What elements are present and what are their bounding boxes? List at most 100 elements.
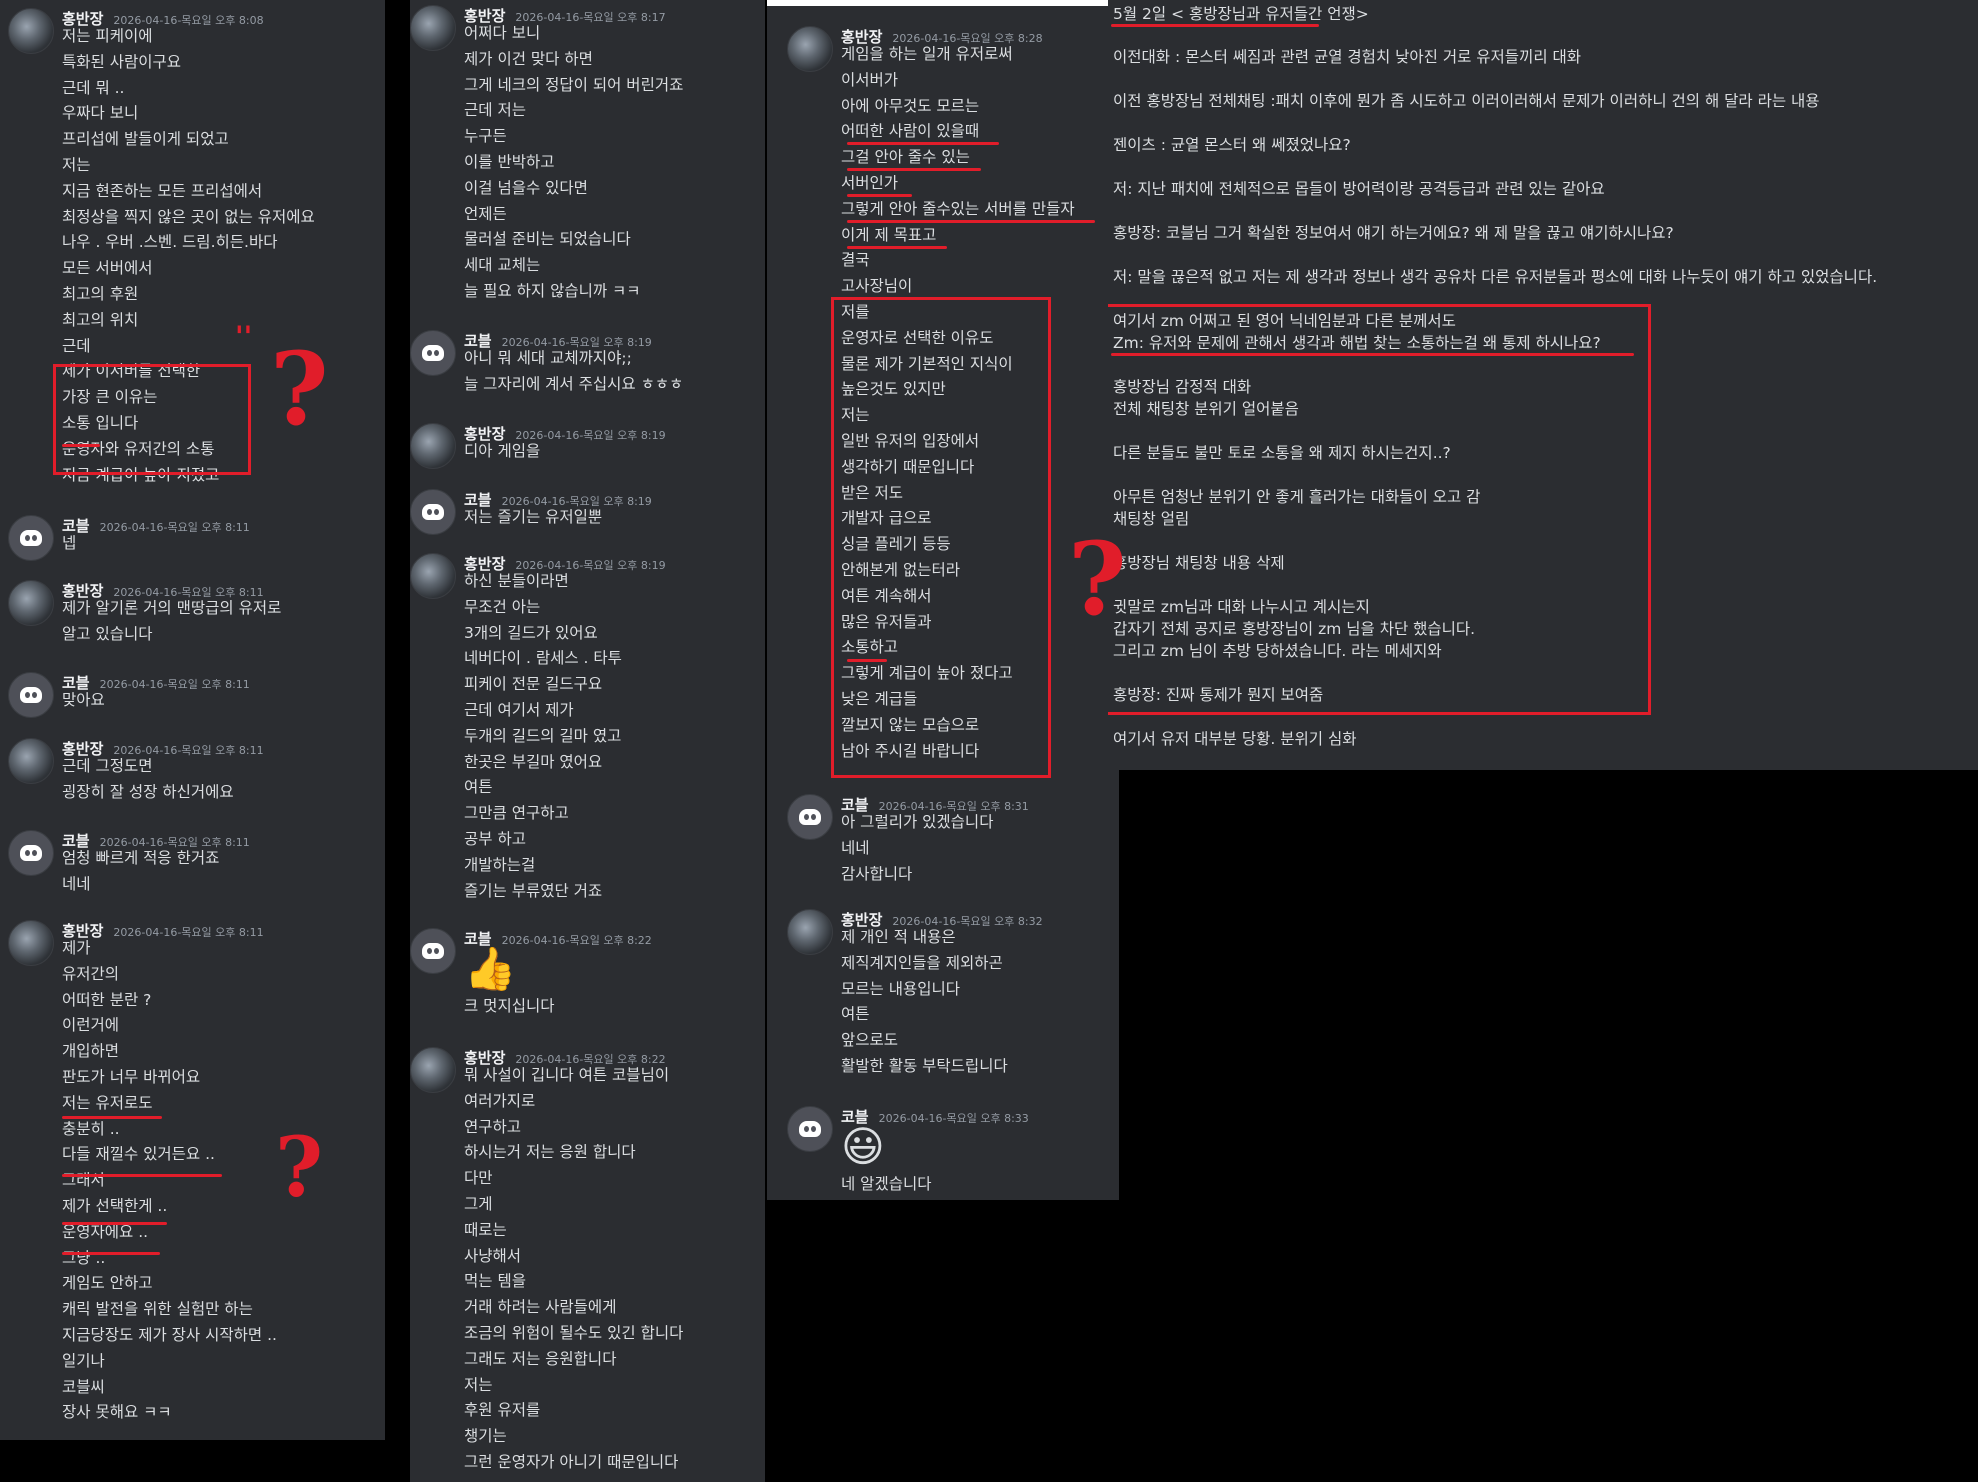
highlight-box: [831, 297, 1051, 778]
message-body: 제가 알기론 거의 맨땅급의 유저로 알고 있습니다: [62, 596, 281, 648]
message-line: 그게 네크의 정답이 되어 버린거죠: [464, 75, 684, 94]
bot-avatar[interactable]: [8, 830, 54, 876]
question-mark-annotation: ?: [1068, 520, 1127, 638]
message-line: 누구든: [464, 127, 507, 146]
underline-mark: [62, 1252, 160, 1255]
bot-avatar[interactable]: [410, 928, 456, 974]
user-avatar[interactable]: [410, 5, 456, 51]
underline-mark: [62, 1116, 162, 1119]
message-line: 충분히 ..: [62, 1119, 120, 1138]
message-line: 즐기는 부류였단 거죠: [464, 881, 603, 900]
summary-line: 아무튼 엄청난 분위기 안 좋게 흘러가는 대화들이 오고 감: [1113, 488, 1481, 506]
message-line: 감사합니다: [841, 864, 913, 883]
message-line: 개발하는걸: [464, 855, 536, 874]
message-line: 모든 서버에서: [62, 259, 153, 278]
discord-icon: [20, 687, 42, 703]
message-line: 그런 운영자가 아니기 때문입니다: [464, 1452, 679, 1471]
message-line: 최고의 후원: [62, 284, 139, 303]
message-line: 그렇게 안아 줄수있는 서버를 만들자: [841, 199, 1075, 218]
discord-icon: [422, 504, 444, 520]
message-line: 하시는거 저는 응원 합니다: [464, 1143, 636, 1162]
summary-line: 전체 채팅창 분위기 얼어붙음: [1113, 400, 1299, 418]
message-line: 결국: [841, 251, 870, 270]
user-avatar[interactable]: [787, 909, 833, 955]
message-line: 어떠한 분란 ?: [62, 990, 152, 1009]
discord-icon: [422, 943, 444, 959]
discord-icon: [799, 809, 821, 825]
message-line: 네네: [62, 874, 91, 893]
bot-avatar[interactable]: [410, 330, 456, 376]
message-body: 뭐 사설이 깁니다 여튼 코블님이 여러가지로 연구하고 하시는거 저는 응원 합니다…: [464, 1063, 683, 1476]
message-line: 여러가지로: [464, 1091, 536, 1110]
message-line: 한곳은 부길마 였어요: [464, 752, 603, 771]
user-avatar[interactable]: [8, 738, 54, 784]
message-line: 하신 분들이라면: [464, 572, 569, 590]
discord-icon: [20, 530, 42, 546]
message-line: 아 그럴리가 있겠습니다: [841, 813, 994, 831]
zm-underline: [1111, 353, 1634, 356]
question-mark-annotation: ?: [270, 330, 329, 448]
summary-line: 그리고 zm 님이 추방 당하셨습니다. 라는 메세지와: [1113, 642, 1442, 660]
message-line: 제 개인 적 내용은: [841, 928, 956, 946]
user-avatar[interactable]: [787, 26, 833, 72]
chat-column-2: 홍반장 2026-04-16-목요일 오후 8:17 어쩌다 보니 제가 이건 맞다 …: [410, 0, 765, 1482]
summary-line: 여기서 zm 어쩌고 된 영어 닉네임분과 다른 분께서도: [1113, 312, 1456, 330]
message-line: 저는 즐기는 유저일뿐: [464, 508, 603, 526]
message-line: 서버인가: [841, 173, 899, 192]
message-line: 이를 반박하고: [464, 152, 555, 171]
user-avatar[interactable]: [8, 920, 54, 966]
message-line: 네버다이 . 람세스 . 타투: [464, 649, 622, 668]
user-avatar[interactable]: [410, 423, 456, 469]
message-line: 디아 게임을: [464, 442, 541, 460]
highlight-box: [53, 364, 251, 475]
underline-mark: [62, 1174, 222, 1177]
underline-mark: [847, 142, 999, 145]
bot-avatar[interactable]: [8, 672, 54, 718]
message-header: 코블 2026-04-16-목요일 오후 8:11: [62, 515, 250, 536]
summary-line: 다른 분들도 불만 토로 소통을 왜 제지 하시는건지..?: [1113, 444, 1451, 462]
message-line: 굉장히 잘 성장 하신거에요: [62, 782, 234, 801]
bot-avatar[interactable]: [787, 794, 833, 840]
underline-mark: [847, 194, 912, 197]
message-body: 저는 즐기는 유저일뿐: [464, 505, 602, 531]
message-line: 유저간의: [62, 964, 120, 983]
bot-avatar[interactable]: [8, 515, 54, 561]
message-line: 근데 그정도면: [62, 757, 153, 775]
summary-line: 젠이츠 : 균열 몬스터 왜 쎄졌었나요?: [1113, 136, 1351, 154]
bot-avatar[interactable]: [787, 1106, 833, 1152]
message-line: 네네: [841, 838, 870, 857]
summary-line: 홍방장: 코블님 그거 확실한 정보여서 얘기 하는거에요? 왜 제 말을 끊고…: [1113, 224, 1674, 242]
message-line: 3개의 길드가 있어요: [464, 623, 598, 642]
smiley-icon: 😃: [841, 1122, 885, 1171]
underline-mark: [847, 246, 947, 249]
message-body: 아 그럴리가 있겠습니다네네감사합니다: [841, 810, 993, 887]
message-line: 그만큼 연구하고: [464, 804, 569, 823]
message-line: 개입하면: [62, 1042, 120, 1061]
message-line: 물러설 준비는 되었습니다: [464, 230, 631, 249]
message-line: 맞아요: [62, 691, 105, 709]
timestamp: 2026-04-16-목요일 오후 8:11: [99, 678, 250, 691]
summary-line: 홍방장: 진짜 통제가 뭔지 보여줌: [1113, 686, 1324, 704]
bot-avatar[interactable]: [410, 489, 456, 535]
thumbs-up-icon: 👍: [464, 944, 517, 993]
message-line: 크 멋지십니다: [464, 997, 555, 1015]
underline-mark: [847, 220, 1095, 223]
message-line: 다만: [464, 1169, 493, 1188]
summary-panel: 5월 2일 < 홍방장님과 유저들간 언쟁> 이전대화 : 몬스터 쎄짐과 관련…: [1108, 0, 1978, 770]
message-line: 그래서: [62, 1171, 105, 1190]
timestamp: 2026-04-16-목요일 오후 8:11: [99, 521, 250, 534]
message-line: 늘 필요 하지 않습니까 ㅋㅋ: [464, 281, 641, 300]
question-mark-annotation: ?: [275, 1120, 324, 1216]
message-line: 활발한 활동 부탁드립니다: [841, 1056, 1008, 1075]
user-avatar[interactable]: [410, 553, 456, 599]
message-body: 근데 그정도면굉장히 잘 성장 하신거에요: [62, 754, 234, 806]
underline-mark: [847, 168, 981, 171]
summary-line: Zm: 유저와 문제에 관해서 생각과 해법 찾는 소통하는걸 왜 통제 하시나…: [1113, 334, 1601, 352]
user-avatar[interactable]: [8, 580, 54, 626]
message-line: 저는: [62, 155, 91, 174]
title-underline: [1111, 24, 1319, 27]
message-line: 캐릭 발전을 위한 실험만 하는: [62, 1300, 253, 1319]
user-avatar[interactable]: [410, 1047, 456, 1093]
user-avatar[interactable]: [8, 8, 54, 54]
message-line: 근데 여기서 제가: [464, 700, 574, 719]
